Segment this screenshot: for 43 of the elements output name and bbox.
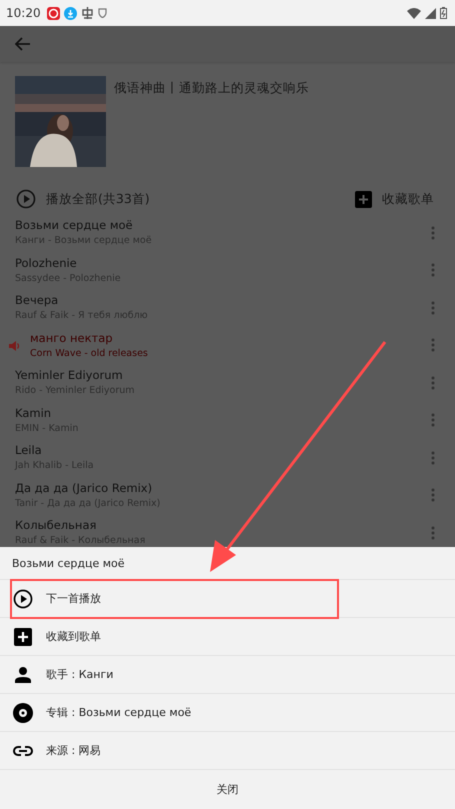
close-button[interactable]: 关闭 — [0, 770, 455, 808]
download-notification-icon — [64, 6, 77, 20]
song-subtitle: Corn Wave - old releases — [30, 346, 149, 361]
collect-playlist-button[interactable]: 收藏歌单 — [355, 190, 434, 208]
person-icon — [15, 666, 31, 682]
app-notification-icon — [46, 6, 60, 20]
more-icon[interactable] — [431, 376, 435, 390]
song-title[interactable]: Leila — [15, 442, 431, 460]
shield-icon — [98, 8, 107, 18]
menu-item[interactable]: 收藏到歌单 — [0, 618, 455, 656]
more-icon[interactable] — [431, 226, 435, 240]
song-title[interactable]: Колыбельная — [15, 517, 431, 534]
more-icon[interactable] — [431, 526, 435, 540]
menu-item[interactable]: 来源 : 网易 — [0, 732, 455, 770]
add-icon — [14, 628, 32, 646]
song-title[interactable]: Вечера — [15, 292, 431, 310]
song-title[interactable]: Yeminler Ediyorum — [15, 367, 431, 384]
back-icon[interactable] — [15, 37, 31, 51]
signal-icon — [425, 8, 436, 18]
play-all-button[interactable]: 播放全部(共33首) — [16, 189, 150, 209]
more-icon[interactable] — [431, 413, 435, 428]
menu-item[interactable]: 专辑 : Возьми сердце моё — [0, 694, 455, 732]
disc-icon — [13, 702, 33, 722]
song-title[interactable]: Да да да (Jarico Remix) — [15, 480, 431, 497]
status-time: 10:20 — [6, 6, 41, 20]
more-icon[interactable] — [431, 488, 435, 502]
link-icon — [13, 746, 33, 756]
play-icon — [16, 189, 36, 209]
song-title[interactable]: Kamin — [15, 404, 431, 422]
more-icon[interactable] — [431, 450, 435, 465]
wifi-icon — [407, 8, 421, 18]
add-icon — [355, 190, 372, 208]
song-title[interactable]: Polozhenie — [15, 254, 431, 272]
playlist-title: 俄语神曲丨通勤路上的灵魂交响乐 — [114, 80, 309, 97]
battery-icon — [440, 7, 447, 19]
menu-item[interactable]: 歌手 : Канги — [0, 656, 455, 694]
more-icon[interactable] — [431, 300, 435, 315]
play-icon — [13, 588, 33, 608]
menu-item[interactable]: 下一首播放 — [0, 580, 455, 618]
song-title[interactable]: Возьми сердце моё — [15, 217, 431, 234]
more-icon[interactable] — [431, 263, 435, 278]
more-icon[interactable] — [431, 338, 435, 352]
song-title[interactable]: манго нектар — [30, 330, 431, 347]
